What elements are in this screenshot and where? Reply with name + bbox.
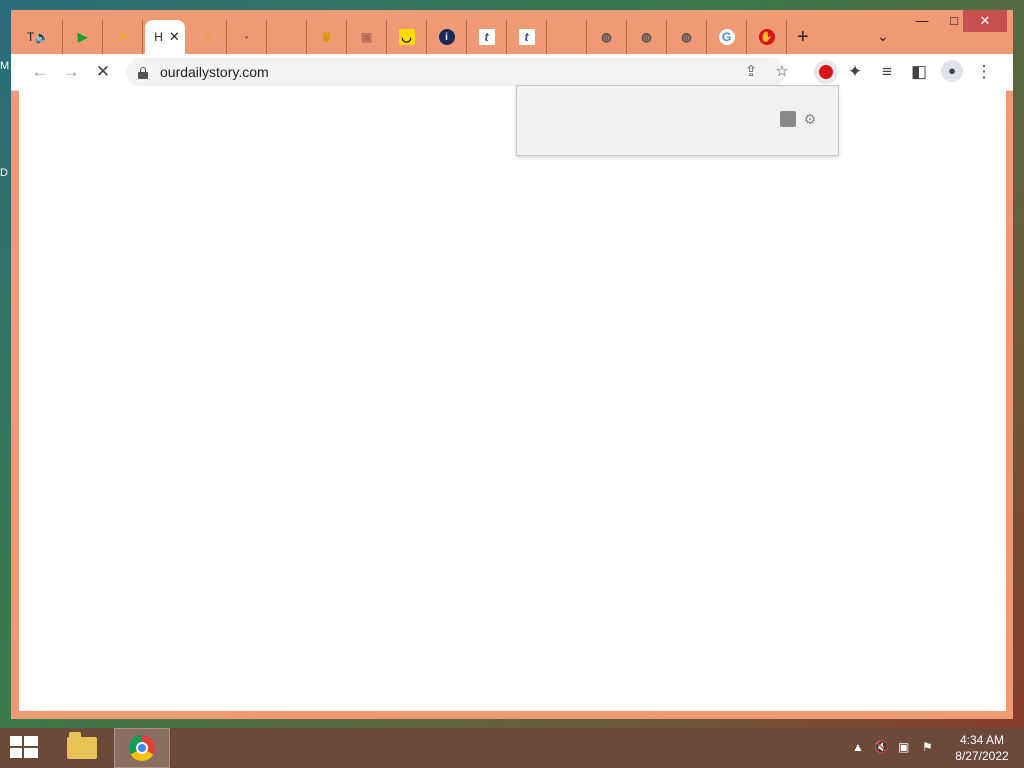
volume-muted-icon[interactable]: 🔇 <box>874 740 889 754</box>
back-arrow-icon[interactable]: ← <box>30 62 50 82</box>
bookmark-star-icon[interactable]: ☆ <box>774 64 790 80</box>
stop-loading-icon[interactable]: ✕ <box>93 62 113 82</box>
blue-drop-icon: i <box>438 29 455 45</box>
side-panel-icon[interactable]: ◧ <box>909 62 929 82</box>
crown-icon: ♛ <box>321 30 332 44</box>
yellow-cursor-icon: ➚ <box>117 30 128 44</box>
tab-active[interactable]: H ✕ <box>145 20 185 54</box>
tab-t1[interactable]: t <box>467 20 507 54</box>
close-tab-icon[interactable]: ✕ <box>169 29 180 45</box>
tab-face[interactable]: ☺ <box>187 20 227 54</box>
taskbar: ▲ 🔇 ▣ ⚑ 4:34 AM 8/27/2022 <box>0 728 1024 768</box>
tab-search-button[interactable]: ⌄ <box>877 28 889 45</box>
globe-icon: ◍ <box>641 30 652 44</box>
extension-popup: ? ⚙ <box>516 85 839 156</box>
tab-globe-3[interactable]: ◍ <box>667 20 707 54</box>
taskbar-clock[interactable]: 4:34 AM 8/27/2022 <box>950 732 1014 764</box>
tab-play[interactable]: ▶ <box>63 20 103 54</box>
tab-audio[interactable]: T 🔈 <box>23 20 63 54</box>
clock-date: 8/27/2022 <box>955 749 1009 763</box>
speaker-icon: 🔈 <box>34 30 50 44</box>
google-icon: G <box>718 29 735 45</box>
taskbar-file-explorer[interactable] <box>54 728 110 768</box>
profile-avatar-icon[interactable]: ● <box>941 60 963 82</box>
extension-red-shield-icon[interactable] <box>814 60 838 84</box>
minimize-button[interactable]: — <box>906 10 938 32</box>
tab-title: H <box>154 30 163 44</box>
network-icon[interactable]: ▣ <box>898 740 909 754</box>
globe-icon: ◍ <box>681 30 692 44</box>
tab-cursor[interactable]: ➚ <box>103 20 143 54</box>
folder-icon <box>67 732 97 759</box>
box-icon: ▣ <box>360 30 373 44</box>
windows-start-icon[interactable] <box>10 736 38 760</box>
globe-icon: ◍ <box>601 30 612 44</box>
tab-google[interactable]: G <box>707 20 747 54</box>
dot-icon: • <box>245 32 248 42</box>
green-play-icon: ▶ <box>77 30 88 44</box>
browser-toolbar: ← → ✕ ourdailystory.com ⇪ ☆ ✦ ≡ ◧ ● ⋮ <box>11 54 1013 91</box>
help-icon[interactable]: ? <box>780 111 796 127</box>
share-icon[interactable]: ⇪ <box>743 64 759 80</box>
gear-icon[interactable]: ⚙ <box>802 111 818 127</box>
url-text[interactable]: ourdailystory.com <box>160 64 269 80</box>
tab-box[interactable]: ▣ <box>347 20 387 54</box>
red-shield-icon: ✋ <box>758 29 775 45</box>
smile-icon: ◡ <box>398 29 415 45</box>
tab-strip: T 🔈 ▶ ➚ H ✕ ☺ • ♛ ▣ ◡ i t t ◍ ◍ ◍ G ✋ + … <box>11 10 1013 54</box>
extensions-puzzle-icon[interactable]: ✦ <box>845 62 865 82</box>
new-tab-button[interactable]: + <box>797 26 809 49</box>
tab-smile[interactable]: ◡ <box>387 20 427 54</box>
yellow-face-icon: ☺ <box>200 30 213 44</box>
tab-drop[interactable]: i <box>427 20 467 54</box>
page-content <box>19 90 1006 711</box>
clock-time: 4:34 AM <box>959 733 1005 747</box>
tab-crown[interactable]: ♛ <box>307 20 347 54</box>
action-center-flag-icon[interactable]: ⚑ <box>922 740 933 754</box>
menu-kebab-icon[interactable]: ⋮ <box>974 62 994 82</box>
tab-globe-2[interactable]: ◍ <box>627 20 667 54</box>
close-window-button[interactable]: ✕ <box>963 10 1007 32</box>
tab-t2[interactable]: t <box>507 20 547 54</box>
chrome-icon <box>129 735 155 761</box>
address-bar[interactable]: ourdailystory.com ⇪ ☆ <box>126 58 789 86</box>
tab-blank-2[interactable] <box>547 20 587 54</box>
tray-expand-icon[interactable]: ▲ <box>852 740 864 754</box>
browser-window: T 🔈 ▶ ➚ H ✕ ☺ • ♛ ▣ ◡ i t t ◍ ◍ ◍ G ✋ + … <box>11 10 1013 719</box>
forward-arrow-icon[interactable]: → <box>61 62 81 82</box>
lock-icon[interactable] <box>138 66 148 79</box>
tab-red[interactable]: ✋ <box>747 20 787 54</box>
t-icon: t <box>478 29 495 45</box>
taskbar-chrome[interactable] <box>114 728 170 768</box>
tab-blank[interactable] <box>267 20 307 54</box>
media-queue-icon[interactable]: ≡ <box>877 62 897 82</box>
t-icon: t <box>518 29 535 45</box>
tab-title: T <box>27 30 35 44</box>
tab-dot[interactable]: • <box>227 20 267 54</box>
tab-globe-1[interactable]: ◍ <box>587 20 627 54</box>
